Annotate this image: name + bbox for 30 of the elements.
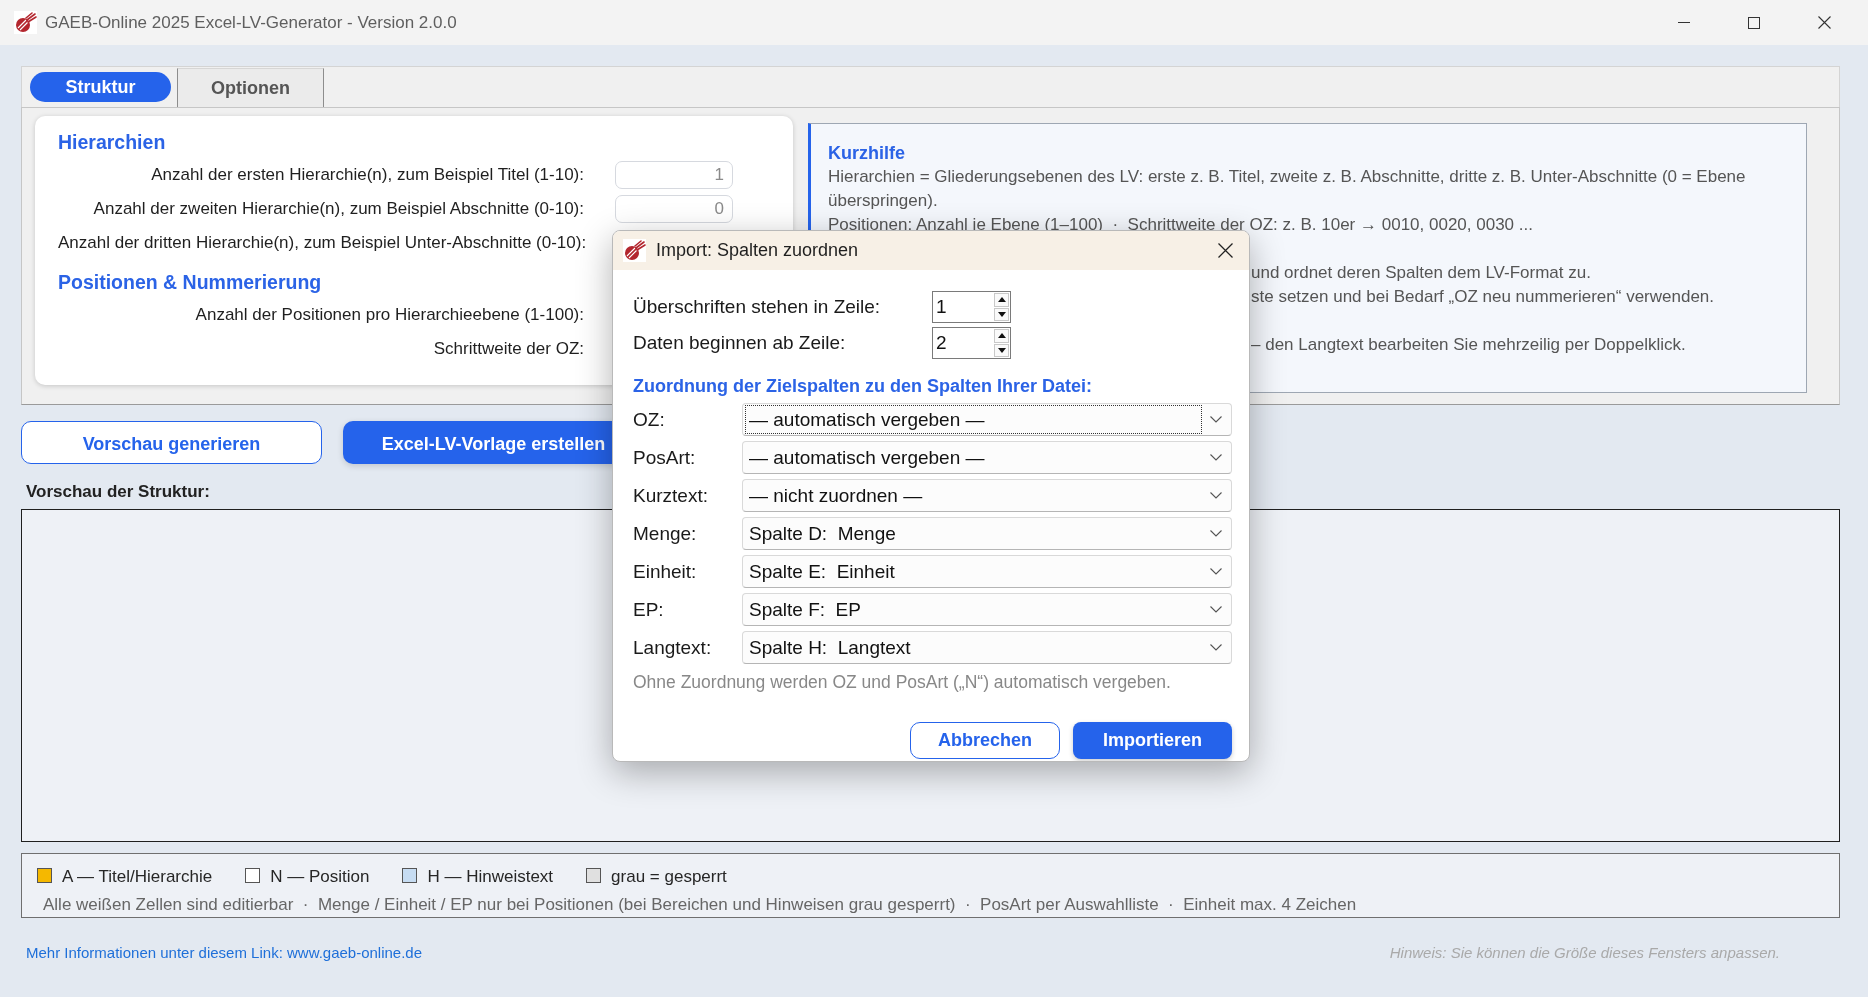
help-title: Kurzhilfe [828, 142, 905, 165]
field-label: Anzahl der zweiten Hierarchie(n), zum Beispiel Abschnitte (0-10): [92, 199, 584, 219]
dialog-title: Import: Spalten zuordnen [656, 240, 859, 261]
legend-label: N — Position [270, 867, 370, 887]
help-text: ste setzen und bei Bedarf „OZ neu nummerieren“ verwenden. [1251, 286, 1715, 308]
mapping-heading: Zuordnung der Zielspalten zu den Spalten Ihrer Datei: [633, 375, 1093, 397]
legend-label: H — Hinweistext [427, 867, 554, 887]
preview-label: Vorschau der Struktur: [26, 482, 210, 502]
legend-note: Alle weißen Zellen sind editierbar · Menge / Einheit / EP nur bei Positionen (bei Bereichen und Hinweisen grau gesperrt) · PosArt per Auswahlliste · Einheit max. 4 Zeichen [43, 895, 1357, 915]
help-text: – den Langtext bearbeiten Sie mehrzeilig per Doppelklick. [1251, 334, 1686, 356]
legend-label: grau = gesperrt [611, 867, 727, 887]
window-title: GAEB-Online 2025 Excel-LV-Generator - Version 2.0.0 [45, 12, 457, 33]
field-label: EP: [633, 598, 664, 621]
field-label: Daten beginnen ab Zeile: [633, 332, 846, 354]
legend-label: A — Titel/Hierarchie [62, 867, 213, 887]
field-label: Einheit: [633, 560, 697, 583]
field-label: Langtext: [633, 636, 712, 659]
section-heading: Hierarchien [58, 130, 166, 154]
field-label: Anzahl der dritten Hierarchie(n), zum Beispiel Unter-Abschnitte (0-10): [58, 233, 587, 253]
field-label: Anzahl der ersten Hierarchie(n), zum Beispiel Titel (1-10): [150, 165, 584, 185]
field-label: Kurztext: [633, 484, 708, 507]
section-heading: Positionen & Nummerierung [58, 270, 322, 294]
resize-hint: Hinweis: Sie können die Größe dieses Fensters anpassen. [1389, 943, 1780, 963]
field-label: Anzahl der Positionen pro Hierarchieebene (1-100): [194, 305, 584, 325]
help-text: und ordnet deren Spalten dem LV-Format zu. [1251, 262, 1591, 284]
dialog-hint: Ohne Zuordnung werden OZ und PosArt („N“) automatisch vergeben. [633, 672, 1171, 692]
field-label: Schrittweite der OZ: [432, 339, 584, 359]
help-text: Hierarchien = Gliederungsebenen des LV: erste z. B. Titel, zweite z. B. Abschnitte, dritte z. B. Unter-Abschnitte (0 = Ebene überspringen). [828, 166, 1747, 212]
field-label: Überschriften stehen in Zeile: [633, 296, 881, 318]
field-label: Menge: [633, 522, 697, 545]
